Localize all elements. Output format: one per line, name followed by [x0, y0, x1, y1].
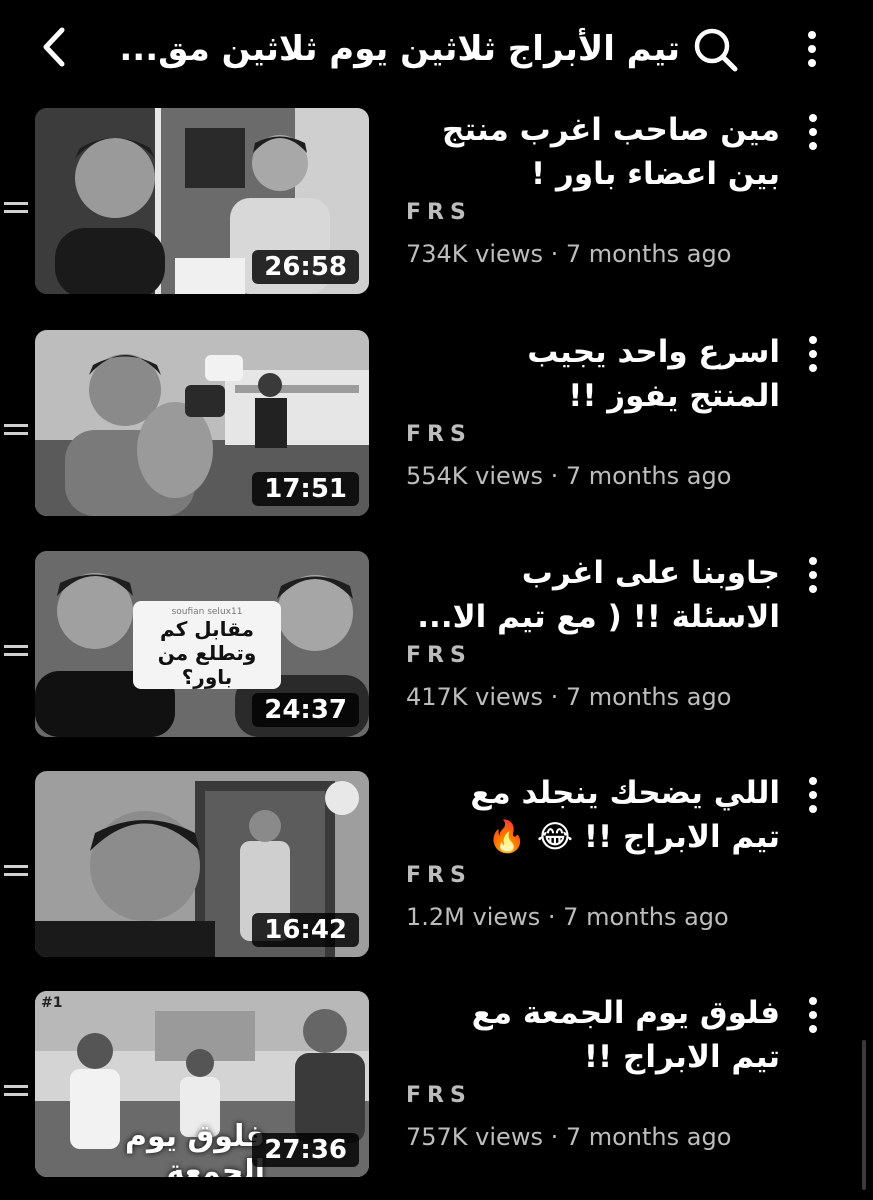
video-thumbnail[interactable]: soufian selux11 مقابل كم وتطلع من باور؟ … — [35, 551, 369, 737]
video-meta: 1.2M views · 7 months ago — [406, 903, 729, 931]
drag-handle[interactable] — [0, 1079, 32, 1103]
top-bar: تيم الأبراج ثلاثين يوم ثلاثين مق... — [0, 0, 873, 100]
search-query-text[interactable]: تيم الأبراج ثلاثين يوم ثلاثين مق... — [100, 22, 680, 76]
video-duration: 24:37 — [252, 693, 359, 727]
drag-handle-icon — [4, 865, 28, 876]
video-meta: 417K views · 7 months ago — [406, 683, 732, 711]
video-title[interactable]: مين صاحب اغرب منتج بين اعضاء باور ! — [400, 108, 780, 196]
kebab-icon — [808, 31, 816, 67]
search-button[interactable] — [688, 22, 742, 76]
channel-name[interactable]: FRS — [406, 1083, 472, 1108]
video-item[interactable]: #1 فلوق يوم الجمعة 27:36 فلوق يوم الجمعة… — [0, 991, 873, 1191]
video-item[interactable]: 16:42 اللي يضحك ينجلد مع تيم الابراج !! … — [0, 771, 873, 971]
drag-handle[interactable] — [0, 859, 32, 883]
video-title-line: بين اعضاء باور ! — [531, 156, 780, 192]
scrollbar[interactable] — [862, 1040, 866, 1190]
video-menu-button[interactable] — [795, 991, 831, 1035]
thumbnail-caption: فلوق يوم الجمعة — [124, 1119, 265, 1177]
back-button[interactable] — [30, 22, 80, 72]
view-count: 1.2M views — [406, 903, 541, 931]
video-title[interactable]: اللي يضحك ينجلد مع تيم الابراج !! 😂 🔥 — [400, 771, 780, 859]
kebab-icon — [809, 114, 817, 150]
video-title-line: فلوق يوم الجمعة مع — [471, 995, 780, 1031]
video-meta: 554K views · 7 months ago — [406, 462, 732, 490]
video-title-line: اللي يضحك ينجلد مع — [470, 775, 780, 811]
comment-text: وتطلع من باور؟ — [157, 641, 257, 689]
kebab-icon — [809, 777, 817, 813]
drag-handle-icon — [4, 202, 28, 213]
video-title-line: مين صاحب اغرب منتج — [442, 112, 780, 148]
view-count: 554K views — [406, 462, 543, 490]
drag-handle[interactable] — [0, 196, 32, 220]
upload-age: 7 months ago — [565, 1123, 732, 1151]
video-duration: 26:58 — [252, 250, 359, 284]
video-duration: 17:51 — [252, 472, 359, 506]
comment-username: soufian selux11 — [171, 607, 243, 617]
kebab-icon — [809, 336, 817, 372]
video-menu-button[interactable] — [795, 551, 831, 595]
video-title[interactable]: جاوبنا على اغرب الاسئلة !! ( مع تيم الا.… — [400, 551, 780, 639]
video-thumbnail[interactable]: 26:58 — [35, 108, 369, 294]
video-title-line: تيم الابراج !! — [583, 1039, 780, 1075]
laughing-emoji-icon — [325, 781, 359, 815]
upload-age: 7 months ago — [563, 903, 729, 931]
kebab-icon — [809, 997, 817, 1033]
more-options-button[interactable] — [790, 22, 834, 76]
video-duration: 27:36 — [252, 1133, 359, 1167]
video-menu-button[interactable] — [795, 330, 831, 374]
video-item[interactable]: 26:58 مين صاحب اغرب منتج بين اعضاء باور … — [0, 108, 873, 308]
drag-handle-icon — [4, 645, 28, 656]
drag-handle[interactable] — [0, 418, 32, 442]
video-menu-button[interactable] — [795, 108, 831, 152]
upload-age: 7 months ago — [565, 683, 732, 711]
video-thumbnail[interactable]: 17:51 — [35, 330, 369, 516]
drag-handle-icon — [4, 424, 28, 435]
drag-handle-icon — [4, 1085, 28, 1096]
upload-age: 7 months ago — [565, 462, 732, 490]
video-meta: 734K views · 7 months ago — [406, 240, 732, 268]
search-icon — [694, 28, 738, 72]
video-thumbnail[interactable]: #1 فلوق يوم الجمعة 27:36 — [35, 991, 369, 1177]
view-count: 417K views — [406, 683, 543, 711]
video-title-line: جاوبنا على اغرب — [521, 555, 780, 591]
upload-age: 7 months ago — [565, 240, 732, 268]
video-title-line: المنتج يفوز !! — [568, 378, 780, 414]
video-title[interactable]: اسرع واحد يجيب المنتج يفوز !! — [400, 330, 780, 418]
video-menu-button[interactable] — [795, 771, 831, 815]
chevron-left-icon — [43, 27, 65, 67]
thumbnail-comment-card: soufian selux11 مقابل كم وتطلع من باور؟ — [133, 601, 281, 689]
video-title-line: تيم الابراج !! 😂 🔥 — [487, 819, 780, 855]
view-count: 757K views — [406, 1123, 543, 1151]
thumbnail-badge: #1 — [41, 995, 63, 1011]
video-item[interactable]: soufian selux11 مقابل كم وتطلع من باور؟ … — [0, 551, 873, 751]
comment-text: مقابل كم — [160, 617, 254, 641]
kebab-icon — [809, 557, 817, 593]
channel-name[interactable]: FRS — [406, 422, 472, 447]
video-meta: 757K views · 7 months ago — [406, 1123, 732, 1151]
video-thumbnail[interactable]: 16:42 — [35, 771, 369, 957]
video-duration: 16:42 — [252, 913, 359, 947]
video-title[interactable]: فلوق يوم الجمعة مع تيم الابراج !! — [400, 991, 780, 1079]
channel-name[interactable]: FRS — [406, 863, 472, 888]
channel-name[interactable]: FRS — [406, 200, 472, 225]
video-title-line: الاسئلة !! ( مع تيم الا... — [417, 599, 780, 635]
video-title-line: اسرع واحد يجيب — [527, 334, 780, 370]
channel-name[interactable]: FRS — [406, 643, 472, 668]
video-item[interactable]: 17:51 اسرع واحد يجيب المنتج يفوز !! FRS … — [0, 330, 873, 530]
view-count: 734K views — [406, 240, 543, 268]
drag-handle[interactable] — [0, 639, 32, 663]
